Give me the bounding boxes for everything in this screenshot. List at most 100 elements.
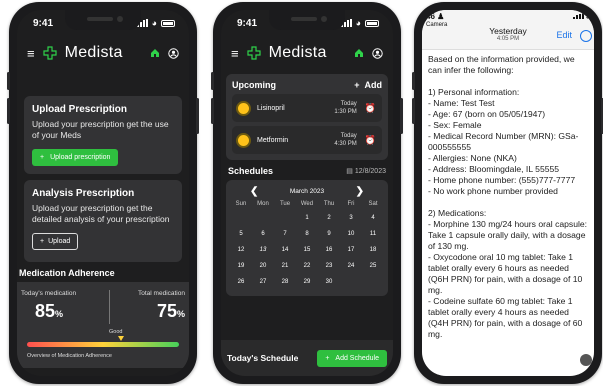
calendar-day[interactable]: 29: [296, 274, 318, 290]
calendar-day[interactable]: 3: [340, 210, 362, 226]
brand-name: Medista: [64, 44, 123, 61]
status-time: 9:41: [237, 17, 258, 29]
selected-day[interactable]: 13: [260, 247, 267, 253]
med-time: 1:30 PM: [334, 109, 357, 115]
calendar-empty: [340, 274, 362, 290]
gauge-marker-icon: [118, 336, 125, 341]
med-day: Today: [340, 133, 357, 139]
calendar-day[interactable]: 12: [230, 242, 252, 258]
calendar-day[interactable]: 7: [274, 226, 296, 242]
calendar-day[interactable]: 25: [362, 258, 384, 274]
add-upcoming-button[interactable]: + Add: [354, 80, 382, 90]
more-options-icon[interactable]: [580, 30, 592, 42]
menu-icon[interactable]: ≡: [231, 46, 239, 61]
calendar-icon: ▤: [346, 168, 355, 175]
note-line: - No work phone number provided: [428, 186, 558, 196]
status-time: 9:41: [33, 17, 54, 29]
battery-icon: [161, 19, 175, 27]
profile-icon[interactable]: [372, 47, 383, 59]
volume-button: [412, 98, 415, 124]
calendar-day[interactable]: 16: [318, 242, 340, 258]
note-line: - Allergies: None (NKA): [428, 153, 517, 163]
calendar-day[interactable]: 14: [274, 242, 296, 258]
calendar-day[interactable]: 19: [230, 258, 252, 274]
calendar-day[interactable]: 10: [340, 226, 362, 242]
weekday-label: Sat: [368, 201, 378, 207]
calendar-day[interactable]: 17: [340, 242, 362, 258]
divider: [109, 290, 110, 324]
alarm-icon[interactable]: ⏰: [365, 135, 376, 146]
wifi-icon: ◕: [355, 18, 361, 28]
analysis-prescription-card: Analysis Prescription Upload your prescr…: [24, 180, 182, 262]
medical-cross-icon: [246, 46, 261, 60]
note-line: - Codeine sulfate 60 mg tablet: Take 1 t…: [428, 296, 585, 339]
phone-screen: 46 ♟ Camera ◕ Yesterday 4:05 PM Edit Bas…: [422, 10, 594, 376]
calendar-day[interactable]: 22: [296, 258, 318, 274]
home-icon[interactable]: [150, 48, 160, 58]
upload-prescription-card: Upload Prescription Upload your prescrip…: [24, 96, 182, 174]
todays-schedule-bar: Today's Schedule + Add Schedule: [221, 340, 393, 376]
calendar-day[interactable]: 20: [252, 258, 274, 274]
calendar-day[interactable]: 26: [230, 274, 252, 290]
calendar-day[interactable]: 5: [230, 226, 252, 242]
note-line: - Home phone number: (555)777-7777: [428, 175, 576, 185]
edit-button[interactable]: Edit: [556, 30, 572, 40]
volume-button: [7, 98, 10, 124]
today-medication-value: 85%: [35, 301, 64, 321]
calendar-day[interactable]: 9: [318, 226, 340, 242]
calendar-day[interactable]: 6: [252, 226, 274, 242]
calendar-day[interactable]: 15: [296, 242, 318, 258]
calendar-day[interactable]: 13: [252, 242, 274, 258]
profile-icon[interactable]: [168, 47, 179, 59]
calendar-day[interactable]: 28: [274, 274, 296, 290]
list-item[interactable]: Lisinopril Today 1:30 PM ⏰: [232, 94, 382, 122]
medical-cross-icon: [42, 46, 57, 60]
med-day: Today: [340, 101, 357, 107]
mockup-stage: 9:41 ◕ ≡ Medista Upload Prescription Upl…: [0, 0, 603, 386]
calendar-grid: Sun Mon Tue Wed Thu Fri Sat 1 2 3 4 5 6 7 8 9 10 11 12 13 14…: [230, 198, 384, 290]
power-button: [196, 98, 199, 134]
adherence-footer: Overview of Medication Adherence: [27, 353, 112, 359]
scroll-button-icon[interactable]: [580, 354, 592, 366]
pill-indicator-icon: [238, 102, 249, 114]
schedules-title: Schedules: [228, 166, 274, 176]
notch: [65, 10, 141, 30]
brand-name: Medista: [268, 44, 327, 61]
calendar-day[interactable]: 11: [362, 226, 384, 242]
person-icon: ♟: [437, 12, 445, 21]
note-line: - Medical Record Number (MRN): GSa-00055…: [428, 131, 579, 152]
upload-prescription-button[interactable]: + Upload prescription: [32, 149, 119, 166]
menu-icon[interactable]: ≡: [27, 46, 35, 61]
calendar-day[interactable]: 30: [318, 274, 340, 290]
total-medication-label: Total medication: [138, 290, 185, 297]
calendar-day[interactable]: 1: [296, 210, 318, 226]
add-schedule-button[interactable]: + Add Schedule: [317, 349, 387, 367]
upload-button[interactable]: + Upload: [32, 233, 79, 250]
alarm-icon[interactable]: ⏰: [365, 103, 376, 114]
list-item[interactable]: Metformin Today 4:30 PM ⏰: [232, 126, 382, 154]
calendar-day[interactable]: 8: [296, 226, 318, 242]
calendar-day[interactable]: 4: [362, 210, 384, 226]
upcoming-card: Upcoming + Add Lisinopril Today 1:30 PM ⏰…: [226, 74, 388, 160]
calendar-day[interactable]: 24: [340, 258, 362, 274]
calendar-day[interactable]: 18: [362, 242, 384, 258]
note-line: [428, 76, 588, 87]
card-title: Upload Prescription: [32, 104, 128, 115]
notch: [269, 10, 345, 30]
calendar-day[interactable]: 27: [252, 274, 274, 290]
adherence-panel: Today's medication 85% Total medication …: [17, 282, 189, 368]
calendar-day[interactable]: 2: [318, 210, 340, 226]
note-line: - Oxycodone oral 10 mg tablet: Take 1 ta…: [428, 252, 585, 295]
home-icon[interactable]: [354, 48, 364, 58]
schedules-date[interactable]: ▤ 12/8/2023: [346, 167, 386, 175]
note-line: - Name: Test Test: [428, 98, 495, 108]
signal-icon: [572, 13, 584, 19]
calendar-day[interactable]: 21: [274, 258, 296, 274]
calendar-day[interactable]: 23: [318, 258, 340, 274]
chevron-right-icon[interactable]: ❯: [356, 186, 364, 197]
plus-icon: +: [40, 154, 45, 161]
note-line: - Sex: Female: [428, 120, 482, 130]
adherence-gauge: [27, 342, 179, 347]
chevron-left-icon[interactable]: ❮: [250, 186, 258, 197]
calendar: ❮ March 2023 ❯ Sun Mon Tue Wed Thu Fri Sat 1 2 3 4…: [226, 180, 388, 296]
